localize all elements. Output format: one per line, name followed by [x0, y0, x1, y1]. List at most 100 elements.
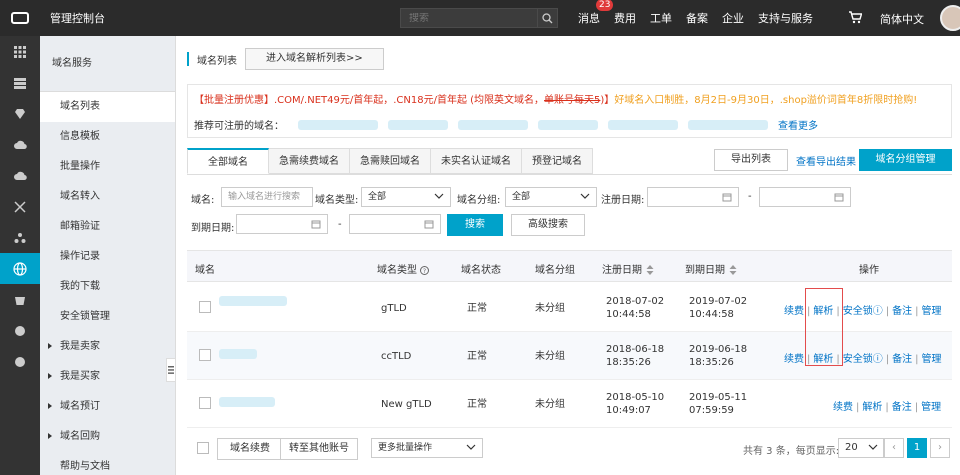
tab-preregister[interactable]: 预登记域名 — [522, 148, 593, 174]
avatar[interactable] — [940, 5, 960, 31]
lock-link[interactable]: 安全锁ⓘ — [843, 306, 883, 317]
nav-icp[interactable]: 备案 — [686, 10, 708, 26]
reg-date-label: 注册日期: — [601, 195, 645, 206]
sidebar-group-buyer[interactable]: 我是买家 — [40, 362, 175, 392]
cart-icon[interactable] — [848, 11, 863, 27]
manage-link[interactable]: 管理 — [922, 306, 942, 317]
recommend-row: 推荐可注册的域名： 查看更多 — [194, 117, 818, 132]
cluster-icon[interactable] — [0, 222, 40, 253]
export-button[interactable]: 导出列表 — [714, 149, 788, 171]
row-checkbox[interactable] — [199, 349, 211, 361]
note-link[interactable]: 备注 — [892, 306, 912, 317]
search-icon[interactable] — [537, 9, 557, 27]
page-size-select[interactable]: 20 — [838, 438, 884, 458]
batch-renew-button[interactable]: 域名续费 — [217, 438, 283, 460]
domain-search-input[interactable]: 输入域名进行搜索 — [221, 187, 313, 207]
tab-redeem[interactable]: 急需赎回域名 — [350, 148, 431, 174]
sidebar-item-templates[interactable]: 信息模板 — [40, 122, 175, 152]
recommend-label: 推荐可注册的域名： — [194, 121, 284, 132]
select-all-checkbox[interactable] — [197, 442, 209, 454]
type-select[interactable]: 全部 — [361, 187, 451, 207]
sidebar-group-seller[interactable]: 我是卖家 — [40, 332, 175, 362]
search-button[interactable]: 搜索 — [447, 214, 503, 236]
pager-summary: 共有 3 条，每页显示: — [743, 446, 840, 457]
sidebar-item-downloads[interactable]: 我的下载 — [40, 272, 175, 302]
advanced-search-button[interactable]: 高级搜索 — [511, 214, 585, 236]
dns-list-button[interactable]: 进入域名解析列表>> — [245, 48, 384, 70]
cloud-upload-icon[interactable] — [0, 160, 40, 191]
note-link[interactable]: 备注 — [892, 402, 912, 413]
promo-text[interactable]: 【批量注册优惠】.COM/.NET49元/首年起，.CN18元/首年起 (均限英… — [194, 91, 949, 106]
table-footer: 域名续费 转至其他账号 更多批量操作 共有 3 条，每页显示: 20 ‹ 1 › — [187, 434, 952, 464]
lock-link[interactable]: 安全锁ⓘ — [843, 354, 883, 365]
col-exp-date[interactable]: 到期日期 — [685, 261, 737, 276]
manage-link[interactable]: 管理 — [922, 354, 942, 365]
group-manage-button[interactable]: 域名分组管理 — [859, 149, 952, 171]
chevron-down-icon — [868, 444, 878, 450]
note-link[interactable]: 备注 — [892, 354, 912, 365]
manage-link[interactable]: 管理 — [921, 402, 941, 413]
prev-page-button[interactable]: ‹ — [884, 438, 904, 458]
more-domains-link[interactable]: 查看更多 — [778, 117, 818, 132]
side-menu-title: 域名服务 — [40, 36, 175, 92]
sidebar-item-domain-list[interactable]: 域名列表 — [40, 92, 175, 122]
caret-right-icon — [48, 343, 52, 349]
network-icon[interactable] — [0, 191, 40, 222]
circle-icon[interactable] — [0, 315, 40, 346]
page-1-button[interactable]: 1 — [907, 438, 927, 458]
console-title[interactable]: 管理控制台 — [50, 10, 105, 26]
group-filter-label: 域名分组: — [457, 195, 501, 206]
nav-billing[interactable]: 费用 — [614, 10, 636, 26]
group-select[interactable]: 全部 — [505, 187, 597, 207]
circle-icon-2[interactable] — [0, 346, 40, 377]
sidebar-group-preorder[interactable]: 域名预订 — [40, 392, 175, 422]
global-search — [400, 8, 558, 28]
col-status: 域名状态 — [461, 265, 501, 276]
tab-all[interactable]: 全部域名 — [187, 148, 269, 174]
language-switch[interactable]: 简体中文 — [880, 11, 924, 27]
resolve-link[interactable]: 解析 — [862, 402, 882, 413]
renew-link[interactable]: 续费 — [833, 402, 853, 413]
renew-link[interactable]: 续费 — [784, 354, 804, 365]
nav-messages[interactable]: 消息 23 — [578, 0, 614, 26]
globe-icon[interactable] — [0, 253, 40, 284]
nav-tickets[interactable]: 工单 — [650, 10, 672, 26]
server-icon[interactable] — [0, 67, 40, 98]
transfer-account-button[interactable]: 转至其他账号 — [280, 438, 358, 460]
cloud-icon[interactable] — [0, 129, 40, 160]
sidebar-group-help[interactable]: 帮助与文档 — [40, 452, 175, 475]
exp-date-label: 到期日期: — [191, 223, 235, 234]
col-reg-date[interactable]: 注册日期 — [602, 261, 654, 276]
exp-date-start-input[interactable] — [236, 214, 328, 234]
export-results-link[interactable]: 查看导出结果 — [796, 153, 856, 168]
date-separator-2: - — [338, 219, 342, 230]
sidebar-item-batch[interactable]: 批量操作 — [40, 152, 175, 182]
tab-unverified[interactable]: 未实名认证域名 — [431, 148, 522, 174]
message-count-badge: 23 — [596, 0, 614, 11]
reg-date-end-input[interactable] — [759, 187, 851, 207]
sidebar-item-op-log[interactable]: 操作记录 — [40, 242, 175, 272]
sidebar-item-lock-manage[interactable]: 安全锁管理 — [40, 302, 175, 332]
reg-date-start-input[interactable] — [647, 187, 739, 207]
global-search-input[interactable] — [401, 12, 538, 24]
nav-enterprise[interactable]: 企业 — [722, 10, 744, 26]
top-bar: 管理控制台 消息23 费用 工单 备案 企业 支持与服务 简体中文 — [0, 0, 960, 36]
renew-link[interactable]: 续费 — [784, 306, 804, 317]
row-checkbox[interactable] — [199, 301, 211, 313]
grid-icon[interactable] — [0, 36, 40, 67]
col-group: 域名分组 — [535, 265, 575, 276]
collapse-handle[interactable] — [166, 358, 176, 382]
sidebar-item-email-verify[interactable]: 邮箱验证 — [40, 212, 175, 242]
sidebar-item-transfer-in[interactable]: 域名转入 — [40, 182, 175, 212]
sidebar-group-buyback[interactable]: 域名回购 — [40, 422, 175, 452]
domain-filter-label: 域名: — [191, 195, 215, 206]
bucket-icon[interactable] — [0, 284, 40, 315]
row-checkbox[interactable] — [199, 397, 211, 409]
diamond-icon[interactable] — [0, 98, 40, 129]
logo-icon[interactable] — [0, 0, 40, 36]
exp-date-end-input[interactable] — [349, 214, 441, 234]
next-page-button[interactable]: › — [930, 438, 950, 458]
tab-renew[interactable]: 急需续费域名 — [269, 148, 350, 174]
nav-support[interactable]: 支持与服务 — [758, 10, 813, 26]
more-batch-select[interactable]: 更多批量操作 — [371, 438, 483, 458]
